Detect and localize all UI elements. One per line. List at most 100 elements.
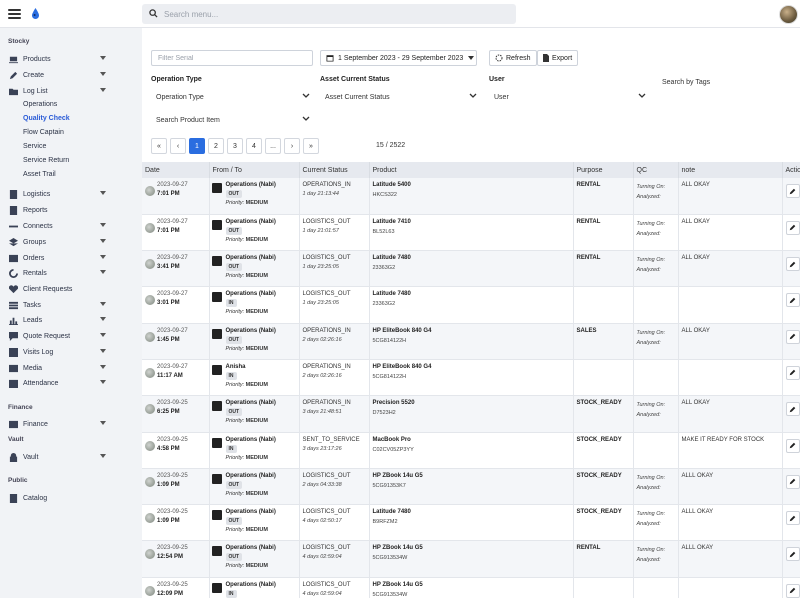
edit-button[interactable] <box>785 329 800 344</box>
pencil-icon <box>789 551 796 558</box>
page-button-1[interactable]: ‹ <box>170 138 186 154</box>
table-row[interactable]: 2023-09-25 4:58 PM Operations (Nabi) IN Prio… <box>142 432 800 469</box>
operation-type-select[interactable]: Operation Type <box>151 90 313 104</box>
product-name[interactable]: Latitude 5400 <box>373 182 570 188</box>
product-name[interactable]: HP EliteBook 840 G4 <box>373 328 570 334</box>
sidebar-item-rentals[interactable]: Rentals <box>8 267 136 279</box>
asset-status-select[interactable]: Asset Current Status <box>320 90 480 104</box>
user-select[interactable]: User <box>489 90 649 104</box>
table-row[interactable]: 2023-09-27 7:01 PM Operations (Nabi) OUT Pri… <box>142 214 800 251</box>
edit-button[interactable] <box>785 402 800 417</box>
table-row[interactable]: 2023-09-27 3:01 PM Operations (Nabi) IN Prio… <box>142 286 800 324</box>
sidebar-item-leads[interactable]: Leads <box>8 314 136 326</box>
table-row[interactable]: 2023-09-27 7:01 PM Operations (Nabi) OUT Pri… <box>142 178 800 215</box>
product-name[interactable]: Latitude 7410 <box>373 219 570 225</box>
tags-search-label[interactable]: Search by Tags <box>662 79 710 86</box>
sidebar-subitem-flow-captain[interactable]: Flow Captain <box>23 129 64 136</box>
purpose-value: STOCK_READY <box>576 472 622 479</box>
edit-button[interactable] <box>785 184 800 198</box>
page-button-7[interactable]: › <box>284 138 300 154</box>
page-button-3[interactable]: 2 <box>208 138 224 154</box>
sidebar-item-client-requests[interactable]: Client Requests <box>8 283 136 295</box>
menu-toggle-icon[interactable] <box>8 9 21 19</box>
product-cell: HP EliteBook 840 G4 5CG814122H <box>369 323 574 360</box>
page-button-2[interactable]: 1 <box>189 138 205 154</box>
sidebar-item-orders[interactable]: Orders <box>8 252 136 264</box>
sidebar-item-products[interactable]: Products <box>8 53 136 65</box>
product-name[interactable]: Precision 5520 <box>373 400 570 406</box>
product-name[interactable]: Latitude 7480 <box>373 291 570 297</box>
product-name[interactable]: HP ZBook 14u G5 <box>373 473 570 479</box>
sidebar-item-visits-log[interactable]: Visits Log <box>8 346 136 358</box>
row-date: 2023-09-25 <box>157 509 188 516</box>
table-row[interactable]: 2023-09-25 1:09 PM Operations (Nabi) OUT Pri… <box>142 504 800 541</box>
table-row[interactable]: 2023-09-27 3:41 PM Operations (Nabi) OUT Pri… <box>142 250 800 287</box>
sidebar-item-quote-request[interactable]: Quote Request <box>8 330 136 342</box>
sidebar-item-label: Orders <box>23 254 45 262</box>
user-label: User <box>489 76 505 83</box>
table-row[interactable]: 2023-09-25 12:09 PM Operations (Nabi)INPri… <box>142 577 800 598</box>
table-row[interactable]: 2023-09-25 12:54 PM Operations (Nabi) OUT Pr… <box>142 540 800 578</box>
sidebar-subitem-operations[interactable]: Operations <box>23 101 57 108</box>
from-to-cell: Operations (Nabi) OUT Priority: MEDIUM <box>209 540 300 578</box>
note-value: MAKE IT READY FOR STOCK <box>681 436 765 443</box>
sidebar-subitem-service-return[interactable]: Service Return <box>23 157 69 164</box>
edit-button[interactable] <box>785 293 800 308</box>
sidebar-item-log-list[interactable]: Log List <box>8 85 136 97</box>
sidebar-item-vault[interactable]: Vault <box>8 451 136 463</box>
qc-analyzed: Analyzed: <box>636 412 661 419</box>
sidebar-item-create[interactable]: Create <box>8 69 136 81</box>
sidebar-item-finance[interactable]: Finance <box>8 418 136 430</box>
edit-button[interactable] <box>785 365 800 380</box>
product-item-select[interactable]: Search Product Item <box>151 113 313 127</box>
export-button[interactable]: Export <box>537 50 579 66</box>
refresh-button[interactable]: Refresh <box>489 50 537 66</box>
sidebar-item-media[interactable]: Media <box>8 362 136 374</box>
product-name[interactable]: Latitude 7480 <box>373 509 570 515</box>
product-name[interactable]: HP ZBook 14u G5 <box>373 545 570 551</box>
chevron-down-icon <box>100 56 106 60</box>
menu-search-input[interactable] <box>164 7 504 21</box>
edit-button[interactable] <box>785 547 800 562</box>
device-icon <box>145 476 155 487</box>
table-row[interactable]: 2023-09-27 1:45 PM Operations (Nabi) OUT Pri… <box>142 323 800 360</box>
edit-button[interactable] <box>785 474 800 489</box>
page-button-5[interactable]: 4 <box>246 138 262 154</box>
sidebar-item-tasks[interactable]: Tasks <box>8 299 136 311</box>
sidebar-item-logistics[interactable]: Logistics <box>8 188 136 200</box>
sidebar-item-reports[interactable]: Reports <box>8 204 136 216</box>
sidebar-subitem-asset-trail[interactable]: Asset Trail <box>23 171 56 178</box>
sidebar-subitem-service[interactable]: Service <box>23 143 46 150</box>
product-name[interactable]: HP ZBook 14u G5 <box>373 582 570 588</box>
page-button-4[interactable]: 3 <box>227 138 243 154</box>
table-row[interactable]: 2023-09-25 6:25 PM Operations (Nabi) OUT Pri… <box>142 395 800 433</box>
table-row[interactable]: 2023-09-25 1:09 PM Operations (Nabi) OUT Pri… <box>142 468 800 505</box>
avatar <box>211 546 222 557</box>
edit-button[interactable] <box>785 511 800 526</box>
column-header-purpose: Purpose <box>573 162 634 178</box>
edit-button[interactable] <box>785 438 800 453</box>
status-value: LOGISTICS_OUT <box>302 291 351 298</box>
table-row[interactable]: 2023-09-27 11:17 AM Anisha IN Priority: MEDI… <box>142 359 800 396</box>
page-button-8[interactable]: » <box>303 138 319 154</box>
product-name[interactable]: Latitude 7480 <box>373 255 570 261</box>
sidebar-item-attendance[interactable]: Attendance <box>8 377 136 389</box>
product-name[interactable]: HP EliteBook 840 G4 <box>373 364 570 370</box>
edit-button[interactable] <box>785 220 800 235</box>
sidebar-item-catalog[interactable]: Catalog <box>8 492 136 504</box>
product-serial: 5CG814122H <box>372 337 407 344</box>
date-range-picker[interactable]: 1 September 2023 - 29 September 2023 <box>320 50 477 66</box>
filter-serial-input[interactable] <box>151 50 313 66</box>
product-name[interactable]: MacBook Pro <box>373 437 570 443</box>
sidebar-item-groups[interactable]: Groups <box>8 236 136 248</box>
sidebar-item-label: Visits Log <box>23 348 54 356</box>
sidebar-item-connects[interactable]: Connects <box>8 220 136 232</box>
priority: Priority: MEDIUM <box>225 236 268 243</box>
sidebar-subitem-quality-check[interactable]: Quality Check <box>23 115 70 122</box>
page-button-0[interactable]: « <box>151 138 167 154</box>
tasks-icon <box>8 300 18 310</box>
page-button-6[interactable]: ... <box>265 138 281 154</box>
edit-button[interactable] <box>785 257 800 272</box>
edit-button[interactable] <box>785 583 800 598</box>
user-avatar[interactable] <box>779 5 798 24</box>
